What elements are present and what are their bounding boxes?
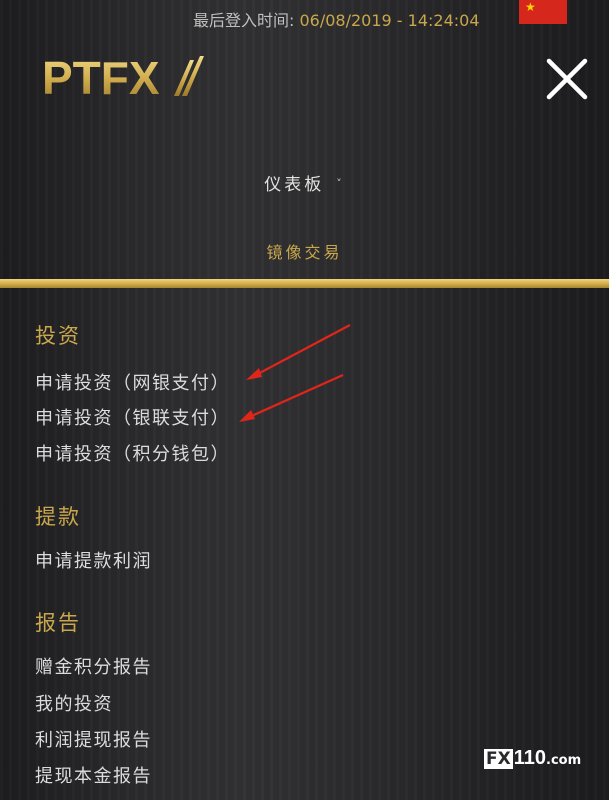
ptfx-logo: PTFX [40,46,210,106]
last-login-datetime: 06/08/2019 - 14:24:04 [299,11,480,30]
menu-dashboard[interactable]: 仪表板 ˅ [0,170,609,195]
top-status-bar: 最后登入时间: 06/08/2019 - 14:24:04 ★ [0,0,609,34]
link-withdraw-profit[interactable]: 申请提款利润 [35,547,152,573]
menu-mirror-trading[interactable]: 镜像交易 [0,239,609,263]
close-menu-button[interactable] [543,55,591,103]
link-invest-points-wallet[interactable]: 申请投资（积分钱包） [35,440,230,466]
link-principal-withdrawal-report[interactable]: 提现本金报告 [35,762,152,788]
china-flag-icon[interactable]: ★ [519,0,567,24]
fx110-watermark: FX 110.com [484,747,581,770]
last-login-label: 最后登入时间: [193,11,295,30]
menu-dashboard-label: 仪表板 [264,175,325,195]
logo-text: PTFX [42,52,160,104]
section-title-withdraw: 提款 [35,505,81,529]
watermark-fx: FX [484,749,513,769]
section-title-invest: 投资 [35,324,81,348]
close-icon [546,58,588,100]
section-title-report: 报告 [35,611,81,635]
link-invest-online-banking[interactable]: 申请投资（网银支付） [35,369,230,395]
link-my-investment[interactable]: 我的投资 [35,690,113,716]
watermark-number: 110 [513,747,546,769]
flag-star-icon: ★ [525,0,536,14]
annotation-arrow-1 [246,324,351,380]
gold-divider [0,279,609,288]
link-invest-unionpay[interactable]: 申请投资（银联支付） [35,404,230,430]
watermark-domain: .com [546,753,582,768]
link-profit-withdrawal-report[interactable]: 利润提现报告 [35,726,152,752]
chevron-down-icon: ˅ [336,177,345,190]
annotation-arrow-2 [239,373,344,422]
link-bonus-points-report[interactable]: 赠金积分报告 [35,653,152,679]
annotation-arrows [239,324,351,422]
last-login-info: 最后登入时间: 06/08/2019 - 14:24:04 [193,7,480,31]
